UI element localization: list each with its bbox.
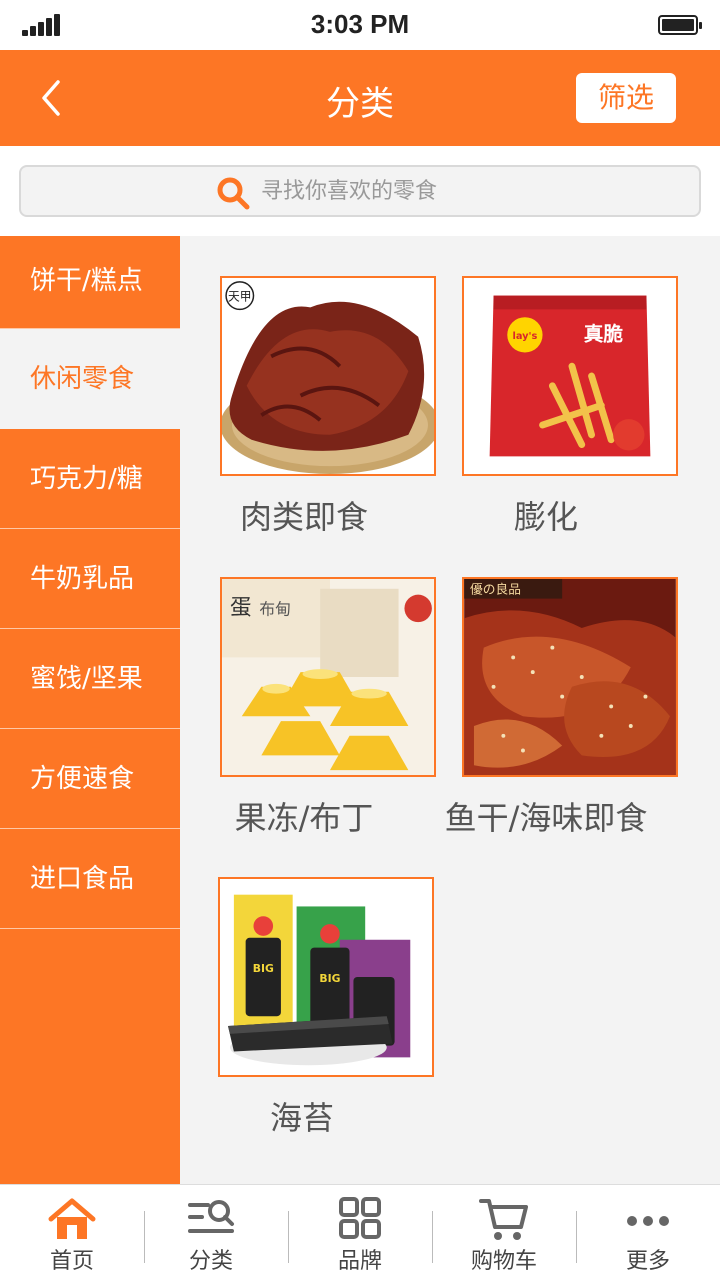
title-bar: 分类 筛选	[0, 50, 720, 146]
status-bar: 3:03 PM	[0, 0, 720, 50]
sidebar-item-imported[interactable]: 进口食品	[0, 829, 180, 929]
sidebar-item-nuts[interactable]: 蜜饯/坚果	[0, 629, 180, 729]
nav-item-cart[interactable]: 购物车	[432, 1185, 576, 1280]
category-card-puffed[interactable]: lay's 真脆 膨化	[424, 236, 678, 536]
svg-text:布甸: 布甸	[259, 599, 290, 618]
bottom-nav: 首页 分类 品牌 购物车 更多	[0, 1184, 720, 1280]
nav-label: 首页	[49, 1249, 94, 1274]
category-card-jelly[interactable]: 蛋 布甸 果冻/布丁	[182, 537, 436, 837]
jerky-image: 天甲	[220, 276, 436, 476]
home-icon	[48, 1198, 96, 1239]
status-time: 3:03 PM	[310, 9, 410, 39]
sidebar-item-snacks[interactable]: 休闲零食	[0, 329, 180, 429]
grid-icon	[339, 1197, 381, 1239]
svg-text:蛋: 蛋	[230, 595, 252, 620]
sidebar-item-chocolate[interactable]: 巧克力/糖	[0, 429, 180, 529]
chevron-left-icon	[42, 80, 60, 116]
card-label: 膨化	[513, 498, 578, 536]
filter-button[interactable]: 筛选	[576, 73, 676, 123]
card-label: 海苔	[269, 1099, 334, 1137]
svg-text:真脆: 真脆	[584, 323, 624, 346]
nav-item-brand[interactable]: 品牌	[288, 1185, 432, 1280]
svg-text:BIG: BIG	[253, 962, 274, 975]
nav-label: 更多	[625, 1249, 670, 1274]
search-icon	[217, 177, 250, 210]
svg-text:天甲: 天甲	[228, 290, 252, 304]
battery-icon	[658, 15, 702, 35]
dried-fish-image: 優の良品	[462, 577, 678, 777]
svg-text:優の良品: 優の良品	[470, 582, 521, 598]
back-button[interactable]	[30, 72, 80, 124]
nav-label: 分类	[188, 1249, 233, 1274]
nav-label: 购物车	[470, 1249, 537, 1274]
pudding-image: 蛋 布甸	[220, 577, 436, 777]
svg-text:lay's: lay's	[512, 331, 537, 342]
category-sidebar: 饼干/糕点 休闲零食 巧克力/糖 牛奶乳品 蜜饯/坚果 方便速食 进口食品	[0, 236, 180, 1184]
category-card-dried-fish[interactable]: 優の良品 鱼干/海味即食	[424, 537, 678, 837]
sidebar-item-dairy[interactable]: 牛奶乳品	[0, 529, 180, 629]
nav-item-category[interactable]: 分类	[144, 1185, 278, 1280]
nav-item-home[interactable]: 首页	[0, 1185, 144, 1280]
category-card-jerky[interactable]: 天甲 肉类即食	[182, 236, 436, 536]
product-grid: 天甲 肉类即食 lay's 真脆 膨化 蛋 布甸 果冻/布丁 優の良品 鱼干/海…	[180, 236, 720, 1184]
search-input[interactable]	[261, 173, 661, 209]
category-card-seaweed[interactable]: BIG BIG 海苔	[182, 837, 434, 1137]
nav-item-more[interactable]: 更多	[576, 1185, 720, 1280]
seaweed-image: BIG BIG	[218, 877, 434, 1077]
category-search-icon	[188, 1200, 234, 1233]
search-box[interactable]	[19, 165, 701, 217]
card-label: 鱼干/海味即食	[444, 799, 648, 837]
chips-bag-image: lay's 真脆	[462, 276, 678, 476]
svg-text:BIG: BIG	[319, 972, 340, 985]
search-bar	[0, 146, 720, 236]
sidebar-item-instant[interactable]: 方便速食	[0, 729, 180, 829]
cart-icon	[479, 1199, 528, 1240]
more-icon	[627, 1216, 669, 1226]
nav-label: 品牌	[337, 1249, 382, 1274]
sidebar-item-biscuits[interactable]: 饼干/糕点	[0, 236, 180, 329]
